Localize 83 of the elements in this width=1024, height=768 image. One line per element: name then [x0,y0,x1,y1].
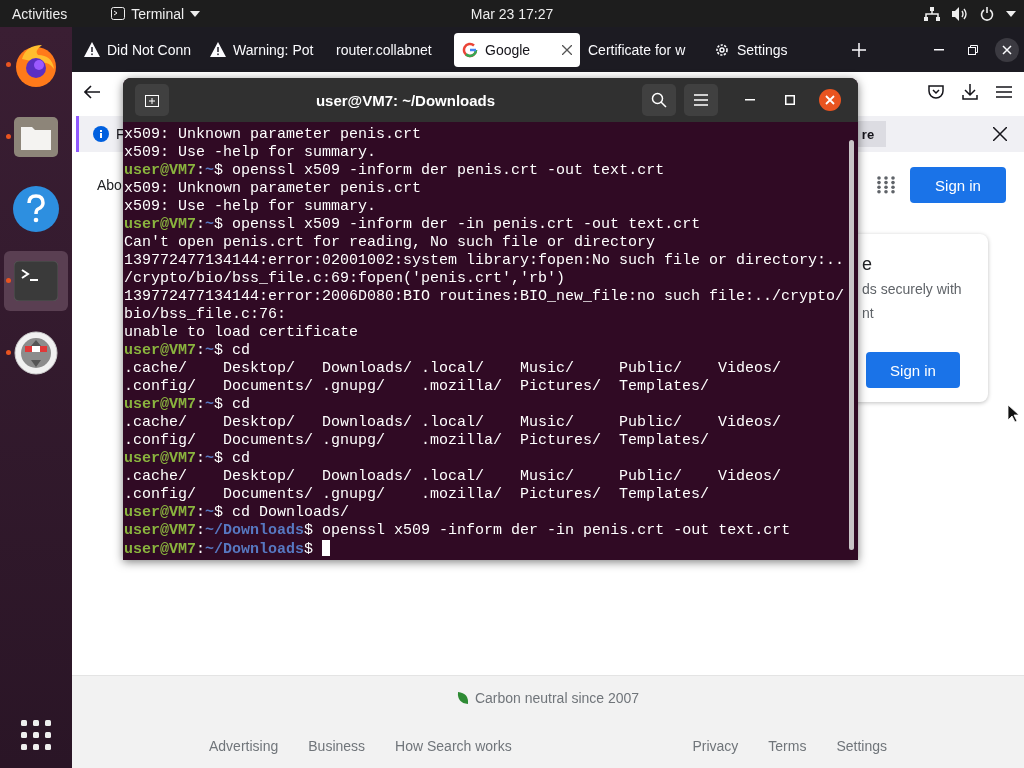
menu-button[interactable] [684,84,718,116]
browser-tab[interactable]: Did Not Conn [76,32,202,67]
terminal-prompt-line: user@VM7:~$ cd Downloads/ [124,504,351,522]
google-icon [462,41,478,58]
sign-in-button[interactable]: Sign in [910,167,1006,203]
browser-tab[interactable]: router.collabnet [328,32,454,67]
new-tab-icon [145,93,159,107]
terminal-output: unable to load certificate [124,324,360,342]
apps-grid-icon[interactable] [877,176,895,194]
scrollbar[interactable] [849,140,854,550]
gear-icon [714,41,730,58]
terminal-output: .cache/ Desktop/ Downloads/ .local/ Music/ Public/ Videos/ [124,414,783,432]
network-icon[interactable] [924,6,940,21]
terminal-output: bio/bss_file.c:76: [124,306,288,324]
new-tab-button[interactable] [135,84,169,116]
download-icon[interactable] [962,84,978,100]
terminal-prompt-line: user@VM7:~$ openssl x509 -inform der penis.crt -out text.crt [124,162,666,180]
browser-tab[interactable]: Warning: Pot [202,32,328,67]
browser-tab[interactable]: Settings [706,32,832,67]
card-text: nt [862,304,875,323]
installer-icon [14,331,58,375]
terminal-output: .config/ Documents/ .gnupg/ .mozilla/ Pictures/ Templates/ [124,486,711,504]
search-button[interactable] [642,84,676,116]
nav-link[interactable]: Abo [97,177,122,193]
footer-link[interactable]: How Search works [395,738,512,754]
app-menu[interactable]: Terminal [131,5,185,22]
activities-button[interactable]: Activities [12,5,68,22]
warning-icon [210,42,226,57]
clock[interactable]: Mar 23 17:27 [470,5,554,22]
leaf-icon [456,691,469,705]
volume-icon[interactable] [952,6,968,21]
menu-icon[interactable] [996,86,1012,98]
terminal-prompt-line: user@VM7:~$ cd [124,396,252,414]
apps-grid-icon[interactable] [21,720,51,750]
footer-link[interactable]: Business [308,738,366,754]
terminal-output: .config/ Documents/ .gnupg/ .mozilla/ Pictures/ Templates/ [124,432,711,450]
window-title: user@VM7: ~/Downloads [314,91,497,109]
terminal-icon [14,261,58,301]
search-icon [651,92,667,108]
caret-icon [190,10,201,17]
close-icon [819,89,841,111]
terminal-output: x509: Unknown parameter penis.crt [124,126,423,144]
terminal-output: 139772477134144:error:02001002:system library:fopen:No such file or directory:.. [124,252,846,270]
close-icon[interactable] [993,127,1007,141]
terminal-output: x509: Unknown parameter penis.crt [124,180,423,198]
footer-link[interactable]: Advertising [209,738,279,754]
power-icon[interactable] [980,6,994,21]
terminal-icon [111,7,126,20]
terminal-prompt-line: user@VM7:~/Downloads$ openssl x509 -inform der -in penis.crt -out text.crt [124,522,792,540]
terminal-output: Can't open penis.crt for reading, No such file or directory [124,234,657,252]
terminal-output: 139772477134144:error:2006D080:BIO routines:BIO_new_file:no such file:../crypto/ [124,288,846,306]
caret-icon[interactable] [1006,10,1016,17]
mouse-pointer-icon [1008,405,1020,423]
sign-in-button[interactable]: Sign in [866,352,960,388]
help-icon [13,186,59,232]
menu-icon [694,94,708,106]
folder-icon [14,117,58,157]
back-arrow-icon[interactable] [84,85,100,99]
footer-link[interactable]: Settings [836,738,887,754]
terminal-output: x509: Use -help for summary. [124,198,378,216]
terminal-prompt-line: user@VM7:~$ cd [124,342,252,360]
terminal-output: .config/ Documents/ .gnupg/ .mozilla/ Pictures/ Templates/ [124,378,711,396]
terminal-prompt-line: user@VM7:~$ openssl x509 -inform der -in penis.crt -out text.crt [124,216,702,234]
footer-link[interactable]: Privacy [692,738,739,754]
pocket-icon[interactable] [928,84,944,100]
browser-tab[interactable]: Certificate for w [580,32,706,67]
carbon-text: Carbon neutral since 2007 [474,690,640,706]
terminal-prompt-line: user@VM7:~/Downloads$ [124,540,858,558]
terminal-output: x509: Use -help for summary. [124,144,378,162]
minimize-icon [745,99,755,101]
footer-link[interactable]: Terms [768,738,807,754]
terminal-output: .cache/ Desktop/ Downloads/ .local/ Music/ Public/ Videos/ [124,360,783,378]
terminal-output: .cache/ Desktop/ Downloads/ .local/ Music/ Public/ Videos/ [124,468,783,486]
terminal-output: /crypto/bio/bss_file.c:69:fopen('penis.crt','rb') [124,270,567,288]
browser-tab[interactable]: Google [454,32,580,67]
info-icon [93,126,109,142]
close-icon[interactable] [562,44,572,55]
notification-button[interactable]: re [856,121,886,147]
card-title: e [862,254,873,275]
maximize-icon [785,95,795,105]
card-text: ds securely with [862,280,963,299]
terminal-prompt-line: user@VM7:~$ cd [124,450,252,468]
warning-icon [84,42,100,57]
